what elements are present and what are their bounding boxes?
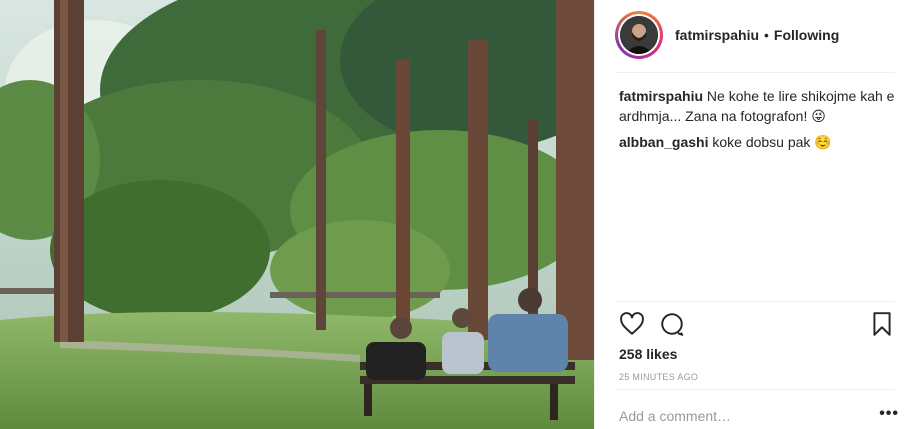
comment-icon[interactable] [659, 311, 685, 337]
separator-dot: • [764, 27, 769, 43]
divider [615, 72, 895, 73]
action-bar [619, 311, 895, 339]
comment-item: fatmirspahiu Ne kohe te lire shikojme ka… [619, 86, 895, 126]
photo-scene [0, 0, 594, 429]
comment-username[interactable]: fatmirspahiu [619, 88, 703, 104]
comments-list: fatmirspahiu Ne kohe te lire shikojme ka… [619, 86, 895, 158]
avatar[interactable] [615, 11, 663, 59]
add-comment-input[interactable] [619, 408, 859, 424]
post-photo[interactable] [0, 0, 594, 429]
divider [615, 301, 895, 302]
bookmark-icon[interactable] [869, 311, 895, 337]
more-options-button[interactable]: ••• [879, 405, 899, 423]
comment-username[interactable]: albban_gashi [619, 134, 708, 150]
likes-count[interactable]: 258 likes [619, 346, 677, 362]
post-timestamp[interactable]: 25 MINUTES AGO [619, 372, 698, 382]
divider [615, 389, 895, 390]
following-button[interactable]: Following [774, 27, 839, 43]
instagram-post: fatmirspahiu • Following fatmirspahiu Ne… [0, 0, 915, 429]
user-avatar-icon [620, 16, 658, 54]
comment-text: koke dobsu pak ☺️ [712, 134, 832, 150]
comment-item: albban_gashi koke dobsu pak ☺️ [619, 132, 895, 152]
post-header: fatmirspahiu • Following [595, 0, 915, 70]
post-sidebar: fatmirspahiu • Following fatmirspahiu Ne… [594, 0, 915, 429]
author-username[interactable]: fatmirspahiu [675, 27, 759, 43]
heart-icon[interactable] [619, 311, 645, 337]
